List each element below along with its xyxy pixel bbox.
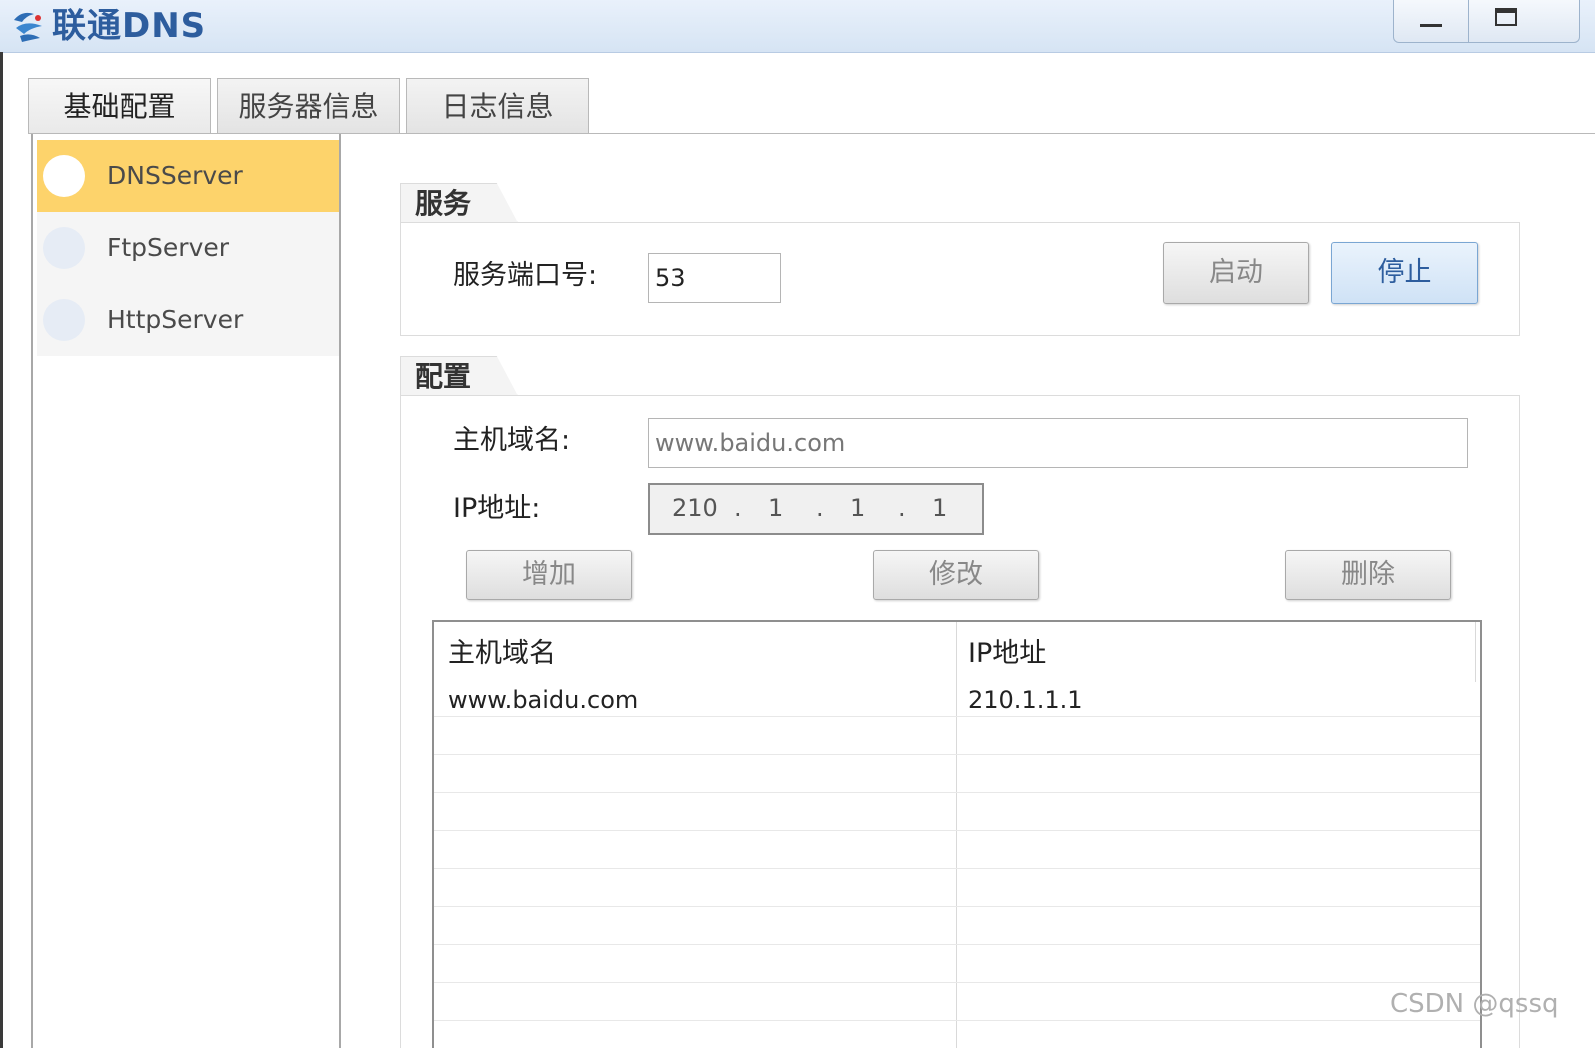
sidebar-item-label: FtpServer [107, 233, 230, 262]
port-input[interactable] [648, 253, 781, 303]
app-logo-icon [14, 12, 42, 42]
stop-button[interactable]: 停止 [1331, 242, 1478, 304]
add-button[interactable]: 增加 [466, 550, 632, 600]
row-divider [434, 792, 1480, 793]
column-header-domain[interactable]: 主机域名 [448, 632, 556, 676]
row-divider [434, 830, 1480, 831]
config-group-title: 配置 [400, 356, 518, 396]
domain-input[interactable] [648, 418, 1468, 468]
tab-log-info[interactable]: 日志信息 [406, 78, 589, 134]
ip-octet-4[interactable]: 1 [932, 485, 947, 531]
modify-button[interactable]: 修改 [873, 550, 1039, 600]
cell-ip: 210.1.1.1 [968, 686, 1083, 714]
tab-server-info[interactable]: 服务器信息 [217, 78, 400, 134]
row-divider [434, 716, 1480, 717]
ip-octet-1[interactable]: 210 [672, 485, 718, 531]
column-separator [1475, 622, 1476, 682]
row-divider [434, 982, 1480, 983]
status-dot-icon [43, 299, 85, 341]
column-header-ip[interactable]: IP地址 [968, 632, 1046, 676]
server-sidebar: DNSServer FtpServer HttpServer [31, 134, 341, 1048]
ip-octet-3[interactable]: 1 [850, 485, 865, 531]
minimize-button[interactable] [1394, 0, 1469, 42]
service-group-title: 服务 [400, 183, 518, 223]
maximize-button[interactable] [1469, 0, 1579, 42]
ip-address-input[interactable]: 210 . 1 . 1 . 1 [648, 483, 984, 535]
sidebar-item-label: HttpServer [107, 305, 244, 334]
main-tabs: 基础配置 服务器信息 日志信息 [28, 78, 595, 134]
window-controls [1393, 0, 1580, 43]
ip-label: IP地址: [453, 493, 541, 524]
sidebar-item-label: DNSServer [107, 161, 243, 190]
ip-dot: . [734, 494, 742, 522]
sidebar-item-ftpserver[interactable]: FtpServer [37, 212, 339, 284]
row-divider [434, 906, 1480, 907]
port-label: 服务端口号: [453, 260, 598, 291]
status-dot-icon [43, 227, 85, 269]
column-separator [956, 622, 957, 1048]
minimize-icon [1420, 24, 1442, 27]
start-button[interactable]: 启动 [1163, 242, 1309, 304]
row-divider [434, 944, 1480, 945]
tab-basic-config[interactable]: 基础配置 [28, 78, 211, 134]
dns-window: 联通DNS 基础配置 服务器信息 日志信息 DNSServer FtpServe… [0, 0, 1595, 1048]
title-bar[interactable]: 联通DNS [0, 0, 1595, 53]
row-divider [434, 1020, 1480, 1021]
dns-records-table: 主机域名 IP地址 www.baidu.com 210.1.1.1 [432, 620, 1482, 1048]
ip-octet-2[interactable]: 1 [768, 485, 783, 531]
window-title: 联通DNS [52, 6, 207, 46]
watermark: CSDN @qssq [1390, 989, 1559, 1019]
row-divider [434, 754, 1480, 755]
sidebar-item-httpserver[interactable]: HttpServer [37, 284, 339, 356]
cell-domain: www.baidu.com [448, 686, 639, 714]
ip-dot: . [816, 494, 824, 522]
window-left-border [0, 52, 3, 1048]
sidebar-item-dnsserver[interactable]: DNSServer [37, 140, 339, 212]
domain-label: 主机域名: [453, 425, 571, 456]
delete-button[interactable]: 删除 [1285, 550, 1451, 600]
ip-dot: . [898, 494, 906, 522]
row-divider [434, 868, 1480, 869]
maximize-icon [1495, 8, 1517, 26]
status-dot-icon [43, 155, 85, 197]
